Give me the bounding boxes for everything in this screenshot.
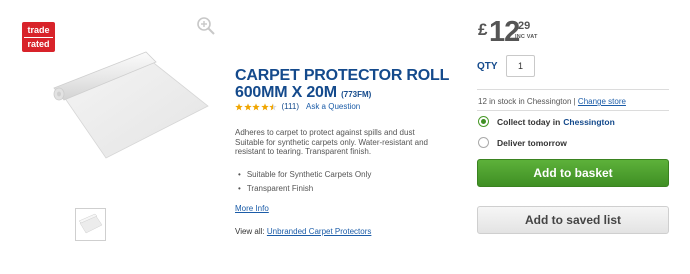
ask-question-link[interactable]: Ask a Question [306, 102, 360, 111]
view-all: View all: Unbranded Carpet Protectors [235, 227, 371, 236]
divider [477, 89, 669, 90]
star-icon [235, 102, 243, 110]
rating-stars[interactable] [235, 102, 278, 111]
collect-option-label: Collect today in [497, 116, 561, 127]
feature-item: Suitable for Synthetic Carpets Only [238, 168, 372, 182]
price-decimal: .29 [515, 20, 531, 32]
add-to-basket-button[interactable]: Add to basket [477, 159, 669, 187]
price-currency: £ [478, 20, 488, 39]
price-vat-note: INC VAT [515, 34, 538, 40]
radio-unselected-icon[interactable] [478, 137, 489, 148]
change-store-link[interactable]: Change store [578, 97, 626, 106]
star-icon [252, 102, 260, 110]
product-thumbnail[interactable] [75, 208, 106, 241]
delivery-option-label: Deliver tomorrow [497, 137, 567, 148]
view-all-label: View all: [235, 227, 265, 236]
feature-item: Transparent Finish [238, 182, 371, 196]
review-count-link[interactable]: (111) [282, 102, 300, 111]
quantity-label: QTY [477, 61, 498, 72]
more-info-link[interactable]: More Info [235, 204, 269, 213]
product-code: (773FM) [341, 90, 372, 99]
add-to-saved-list-button[interactable]: Add to saved list [477, 206, 669, 234]
quantity-input[interactable] [506, 55, 535, 77]
badge-line-1: trade [27, 25, 50, 35]
product-rating: (111) Ask a Question [235, 102, 360, 111]
star-icon [243, 102, 252, 110]
collect-option[interactable]: Collect today in Chessington [478, 116, 615, 127]
star-icon [260, 102, 269, 110]
zoom-icon[interactable] [196, 16, 216, 36]
collect-location: Chessington [563, 116, 615, 127]
product-features: Suitable for Synthetic Carpets Only Tran… [238, 168, 372, 196]
stock-info: 12 in stock in Chessington | Change stor… [478, 97, 626, 106]
radio-selected-icon[interactable] [478, 116, 489, 127]
product-image[interactable] [46, 48, 216, 166]
view-all-category-link[interactable]: Unbranded Carpet Protectors [267, 227, 372, 236]
product-title: CARPET PROTECTOR ROLL 600MM X 20M (773FM… [235, 67, 455, 103]
product-description: Adheres to carpet to protect against spi… [235, 128, 428, 156]
stock-text: 12 in stock in Chessington | [478, 97, 578, 106]
star-icon [269, 102, 277, 110]
delivery-option[interactable]: Deliver tomorrow [478, 137, 567, 148]
divider [477, 110, 669, 111]
